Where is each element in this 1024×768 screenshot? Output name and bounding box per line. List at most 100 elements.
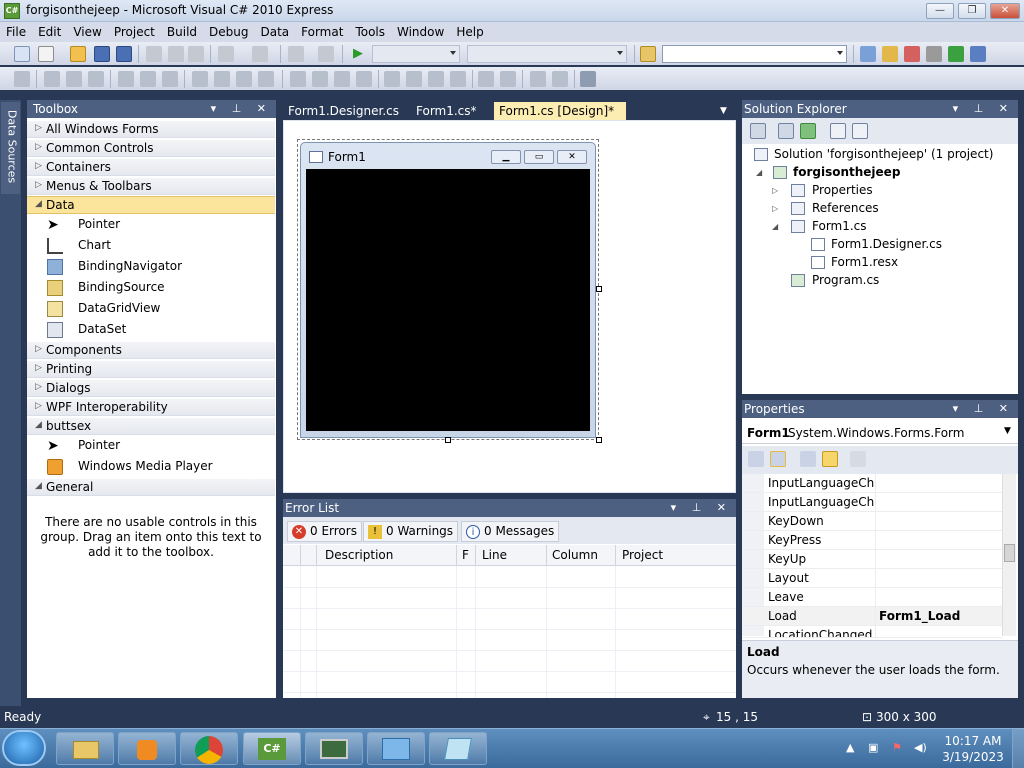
- notepad-taskbar-icon[interactable]: [429, 732, 487, 765]
- toolbox-group-buttsex[interactable]: ◢ buttsex: [27, 417, 275, 435]
- column-line[interactable]: Line: [482, 548, 507, 562]
- categorized-icon[interactable]: [748, 451, 764, 467]
- collapsed-arrow-icon[interactable]: ▷: [772, 204, 778, 213]
- form1-resx-node[interactable]: Form1.resx: [831, 255, 898, 269]
- decrease-vertical-spacing-icon[interactable]: [428, 71, 444, 87]
- menu-build[interactable]: Build: [161, 22, 203, 42]
- property-pages-icon[interactable]: [850, 451, 866, 467]
- expanded-arrow-icon[interactable]: ◢: [756, 168, 762, 177]
- panel-buttons[interactable]: ▾ ⊥ ✕: [671, 501, 732, 514]
- toolbox-item-windows-media-player[interactable]: Windows Media Player: [27, 456, 275, 477]
- property-row-selected[interactable]: Load Form1_Load: [742, 607, 1002, 626]
- object-browser-icon[interactable]: [904, 46, 920, 62]
- collapsed-arrow-icon[interactable]: ▷: [772, 186, 778, 195]
- extension-manager-icon[interactable]: [970, 46, 986, 62]
- show-desktop-button[interactable]: [1012, 729, 1024, 768]
- menu-edit[interactable]: Edit: [32, 22, 67, 42]
- toolbox-group-general[interactable]: ◢ General: [27, 478, 275, 496]
- tab-order-icon[interactable]: [580, 71, 596, 87]
- panel-buttons[interactable]: ▾ ⊥ ✕: [211, 102, 272, 115]
- menu-tools[interactable]: Tools: [349, 22, 391, 42]
- align-rights-icon[interactable]: [88, 71, 104, 87]
- references-node[interactable]: References: [812, 201, 879, 215]
- property-row[interactable]: KeyUp: [742, 550, 1002, 569]
- configuration-combo[interactable]: [372, 45, 460, 63]
- increase-horizontal-spacing-icon[interactable]: [312, 71, 328, 87]
- resize-handle-right[interactable]: [596, 286, 602, 292]
- property-row[interactable]: KeyPress: [742, 531, 1002, 550]
- property-row[interactable]: InputLanguageChar: [742, 493, 1002, 512]
- bring-to-front-icon[interactable]: [530, 71, 546, 87]
- menu-file[interactable]: File: [0, 22, 32, 42]
- expanded-arrow-icon[interactable]: ◢: [772, 222, 778, 231]
- new-project-icon[interactable]: [14, 46, 30, 62]
- alphabetical-icon[interactable]: [770, 451, 786, 467]
- menu-view[interactable]: View: [67, 22, 107, 42]
- menu-window[interactable]: Window: [391, 22, 450, 42]
- center-horizontally-icon[interactable]: [478, 71, 494, 87]
- toolbox-group-common-controls[interactable]: ▷ Common Controls: [27, 139, 275, 157]
- maximize-button[interactable]: ❐: [958, 3, 986, 19]
- column-file[interactable]: F: [462, 548, 469, 562]
- panel-buttons[interactable]: ▾ ⊥ ✕: [953, 102, 1014, 115]
- warnings-filter-button[interactable]: ! 0 Warnings: [363, 521, 459, 542]
- property-row[interactable]: KeyDown: [742, 512, 1002, 531]
- tab-form1-designer-cs[interactable]: Form1.Designer.cs: [283, 102, 404, 120]
- open-file-icon[interactable]: [70, 46, 86, 62]
- toolbox-group-dialogs[interactable]: ▷ Dialogs: [27, 379, 275, 397]
- control-panel-taskbar-icon[interactable]: [367, 732, 425, 765]
- toolbox-group-wpf-interoperability[interactable]: ▷ WPF Interoperability: [27, 398, 275, 416]
- copy-icon[interactable]: [168, 46, 184, 62]
- menu-debug[interactable]: Debug: [203, 22, 254, 42]
- menu-format[interactable]: Format: [295, 22, 349, 42]
- align-centers-icon[interactable]: [66, 71, 82, 87]
- show-all-files-icon[interactable]: [778, 123, 794, 139]
- toolbox-item-datagridview[interactable]: DataGridView: [27, 298, 275, 319]
- tab-form1-cs[interactable]: Form1.cs*: [411, 102, 482, 120]
- remove-horizontal-spacing-icon[interactable]: [356, 71, 372, 87]
- show-properties-icon[interactable]: [750, 123, 766, 139]
- navigate-backward-icon[interactable]: [288, 46, 304, 62]
- vertical-spacing-equal-icon[interactable]: [384, 71, 400, 87]
- toolbox-item-bindingnavigator[interactable]: BindingNavigator: [27, 256, 275, 277]
- properties-window-icon[interactable]: [882, 46, 898, 62]
- form1-cs-node[interactable]: Form1.cs: [812, 219, 867, 233]
- project-node[interactable]: forgisonthejeep: [793, 165, 900, 179]
- menu-project[interactable]: Project: [108, 22, 161, 42]
- center-vertically-icon[interactable]: [500, 71, 516, 87]
- form1-client-area[interactable]: [306, 169, 590, 431]
- undo-icon[interactable]: [218, 46, 234, 62]
- column-column[interactable]: Column: [552, 548, 598, 562]
- toolbox-item-chart[interactable]: Chart: [27, 235, 275, 256]
- properties-node[interactable]: Properties: [812, 183, 873, 197]
- scrollbar-thumb[interactable]: [1004, 544, 1015, 562]
- paste-icon[interactable]: [188, 46, 204, 62]
- remove-vertical-spacing-icon[interactable]: [450, 71, 466, 87]
- resize-handle-bottom[interactable]: [445, 437, 451, 443]
- decrease-horizontal-spacing-icon[interactable]: [334, 71, 350, 87]
- properties-view-icon[interactable]: [800, 451, 816, 467]
- menu-help[interactable]: Help: [450, 22, 489, 42]
- volume-icon[interactable]: ◀): [914, 741, 927, 755]
- send-to-back-icon[interactable]: [552, 71, 568, 87]
- solution-explorer-icon[interactable]: [860, 46, 876, 62]
- refresh-icon[interactable]: [800, 123, 816, 139]
- explorer-taskbar-icon[interactable]: [56, 732, 114, 765]
- make-same-size-icon[interactable]: [236, 71, 252, 87]
- redo-icon[interactable]: [252, 46, 268, 62]
- menu-data[interactable]: Data: [254, 22, 295, 42]
- network-icon[interactable]: ▣: [868, 741, 880, 755]
- chrome-taskbar-icon[interactable]: [180, 732, 238, 765]
- column-description[interactable]: Description: [325, 548, 393, 562]
- resize-handle-corner[interactable]: [596, 437, 602, 443]
- align-bottoms-icon[interactable]: [162, 71, 178, 87]
- toolbox-group-printing[interactable]: ▷ Printing: [27, 360, 275, 378]
- tab-dropdown-icon[interactable]: ▼: [720, 106, 727, 116]
- properties-scrollbar[interactable]: [1002, 474, 1016, 636]
- navigate-forward-icon[interactable]: [318, 46, 334, 62]
- program-cs-node[interactable]: Program.cs: [812, 273, 879, 287]
- toolbox-item-pointer-2[interactable]: ➤ Pointer: [27, 435, 275, 456]
- show-hidden-icons-icon[interactable]: ▲: [846, 741, 858, 755]
- toolbox-group-components[interactable]: ▷ Components: [27, 341, 275, 359]
- action-center-icon[interactable]: ⚑: [892, 741, 904, 755]
